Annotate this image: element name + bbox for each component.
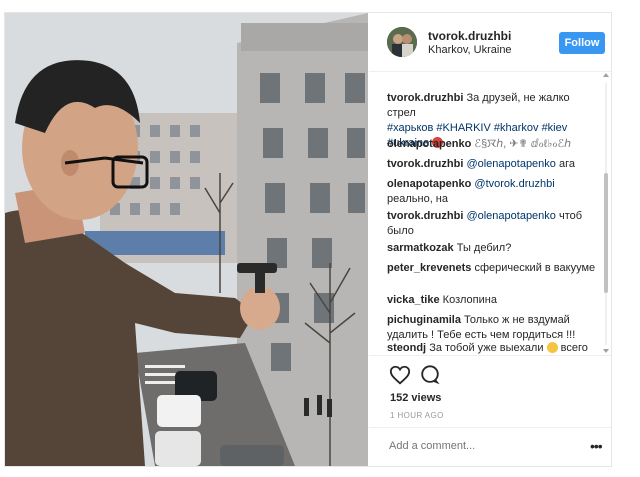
comment-username[interactable]: olenapotapenko [387,138,471,150]
avatar-image [387,27,417,57]
header-username[interactable]: tvorok.druzhbi [428,29,511,43]
list-item: olenapotapenko @tvorok.druzhbi реально, … [387,177,599,207]
comment-mention[interactable]: @olenapotapenko [466,158,555,170]
comment-username[interactable]: pichuginamila [387,314,461,326]
comments-scrollbar[interactable] [602,73,610,355]
add-comment-section: ••• [369,427,611,468]
comments-list[interactable]: tvorok.druzhbi За друзей, не жалко стрел… [369,71,599,355]
heart-icon[interactable] [389,364,413,388]
list-item: tvorok.druzhbi @olenapotapenko чтоб было [387,209,599,239]
comment-username[interactable]: tvorok.druzhbi [387,92,463,104]
comment-username[interactable]: vicka_tike [387,294,440,306]
comment-username[interactable]: peter_krevenets [387,262,471,274]
grimace-emoji-icon [546,342,558,353]
list-item: steondj За тобой уже выехали всего хорош… [387,341,599,355]
scroll-down-arrow-icon[interactable] [603,349,609,353]
list-item: sarmatkozak Ты дебил? [387,241,599,256]
comment-bubble-icon[interactable] [419,364,443,388]
comment-input[interactable] [389,440,579,452]
post-photo[interactable] [5,13,368,466]
view-count: 152 views [390,392,442,404]
comment-username[interactable]: sarmatkozak [387,242,454,254]
comment-text: За тобой уже выехали [429,342,544,354]
comment-text: ℰ§ꯋℎ, ✈✟ ⅆℴℓ♭ℴℰℎ [474,138,572,150]
post-actions: 152 views 1 HOUR AGO ••• [369,355,611,467]
header-location[interactable]: Kharkov, Ukraine [428,44,512,56]
comment-text: сферический в вакууме [474,262,596,274]
post-sidebar: tvorok.druzhbi Kharkov, Ukraine Follow t… [369,13,611,466]
follow-button[interactable]: Follow [559,32,605,54]
comment-mention[interactable]: @olenapotapenko [466,210,555,222]
list-item: pichuginamila Только ж не вздумай удалит… [387,313,599,343]
comment-username[interactable]: steondj [387,342,426,354]
comment-username[interactable]: olenapotapenko [387,178,471,190]
comment-text: ага [558,158,575,170]
comment-text: Козлопина [442,294,497,306]
scrollbar-thumb[interactable] [604,173,608,293]
comment-username[interactable]: tvorok.druzhbi [387,158,463,170]
photo-illustration [5,13,368,466]
instagram-post: tvorok.druzhbi Kharkov, Ukraine Follow t… [4,12,612,467]
list-item: tvorok.druzhbi @olenapotapenko ага [387,157,599,172]
list-item: vicka_tike Козлопина [387,293,599,308]
comment-username[interactable]: tvorok.druzhbi [387,210,463,222]
more-options-icon[interactable]: ••• [590,438,603,454]
list-item: peter_krevenets сферический в вакууме [387,261,599,276]
post-timestamp[interactable]: 1 HOUR AGO [390,411,444,420]
list-item: olenapotapenko ℰ§ꯋℎ, ✈✟ ⅆℴℓ♭ℴℰℎ [387,137,599,152]
avatar[interactable] [387,27,417,57]
post-header: tvorok.druzhbi Kharkov, Ukraine Follow [369,13,611,72]
comment-mention[interactable]: @tvorok.druzhbi [474,178,554,190]
scroll-up-arrow-icon[interactable] [603,73,609,77]
comment-text: реально, на [387,193,448,205]
comment-text: Ты дебил? [456,242,512,254]
